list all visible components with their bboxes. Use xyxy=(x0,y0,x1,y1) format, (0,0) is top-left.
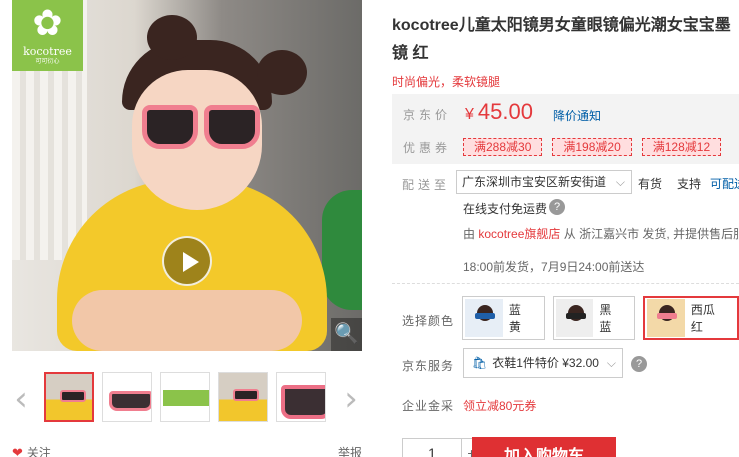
color-thumbnail xyxy=(555,299,594,337)
chevron-down-icon: ⌵ xyxy=(606,356,616,370)
price-amount: 45.00 xyxy=(477,99,533,124)
chevron-down-icon: ⌵ xyxy=(615,175,625,189)
color-thumbnail xyxy=(465,299,503,337)
color-option-label: 蓝黄 xyxy=(508,303,521,334)
seller-suffix: 从 浙江嘉兴市 发货, 并提供售后服务 xyxy=(563,227,739,241)
address-selector[interactable]: 广东深圳市宝安区新安街道 ⌵ xyxy=(456,170,632,194)
color-label: 选择颜色 xyxy=(402,314,455,328)
follow-button[interactable]: ❤ 关注 xyxy=(12,444,51,457)
color-option-black-blue[interactable]: 黑蓝 xyxy=(552,296,636,340)
follow-label: 关注 xyxy=(26,446,51,457)
report-link[interactable]: 举报 xyxy=(338,444,362,457)
finance-label: 企业金采 xyxy=(402,399,455,413)
service-selector[interactable]: 🛍 衣鞋1件特价 ¥32.00 ⌵ xyxy=(463,348,623,378)
brand-logo: ✿ kocotree 可可衍心 xyxy=(12,0,83,71)
brand-logo-name: kocotree xyxy=(23,45,72,58)
thumbnail-2[interactable] xyxy=(102,372,152,422)
color-option-blue-yellow[interactable]: 蓝黄 xyxy=(462,296,545,340)
photo-hair-bun-right xyxy=(257,50,307,95)
thumbnail-strip xyxy=(44,372,326,426)
play-video-button[interactable] xyxy=(162,236,212,286)
support-more-link[interactable]: 可配送 xyxy=(710,175,739,192)
thumbnail-next-button[interactable]: › xyxy=(340,380,362,420)
photo-sunglasses xyxy=(142,105,260,150)
help-icon[interactable]: ? xyxy=(631,356,647,372)
thumbnail-1[interactable] xyxy=(44,372,94,422)
service-label: 京东服务 xyxy=(402,359,455,373)
coupon-tag[interactable]: 满128减12 xyxy=(641,138,722,156)
price-drop-notify-link[interactable]: 降价通知 xyxy=(553,107,601,124)
support-text: 支持 xyxy=(677,177,702,191)
product-subtitle: 时尚偏光，柔软镜腿 xyxy=(392,75,501,89)
coupon-tag[interactable]: 满288减30 xyxy=(463,138,543,156)
ship-time-text: 18:00前发货，7月9日24:00前送达 xyxy=(463,260,645,274)
add-to-cart-button[interactable]: 加入购物车 xyxy=(472,437,616,457)
heart-icon: ❤ xyxy=(12,444,23,457)
product-main-image[interactable]: ✿ kocotree 可可衍心 🔍 xyxy=(12,0,362,351)
quantity-input[interactable]: 1 xyxy=(402,438,462,457)
coupon-tag[interactable]: 满198减20 xyxy=(552,138,632,156)
section-divider xyxy=(392,283,739,284)
photo-arms xyxy=(72,290,302,351)
seller-shop-link[interactable]: kocotree旗舰店 xyxy=(478,227,560,241)
color-option-label: 黑蓝 xyxy=(599,303,612,334)
seller-prefix: 由 xyxy=(463,227,476,241)
brand-logo-sub: 可可衍心 xyxy=(35,59,60,65)
service-value: 衣鞋1件特价 ¥32.00 xyxy=(492,356,599,370)
photo-plant xyxy=(322,190,362,310)
free-shipping-text: 在线支付免运费 xyxy=(463,202,548,216)
price-value: ¥45.00 xyxy=(465,99,533,125)
zoom-icon[interactable]: 🔍 xyxy=(331,318,362,351)
price-panel: 京东价 ¥45.00 降价通知 优惠券 满288减30 满198减20 满128… xyxy=(392,94,739,164)
product-title: kocotree儿童太阳镜男女童眼镜偏光潮女宝宝墨镜 红 xyxy=(392,17,731,62)
thumbnail-prev-button[interactable]: ‹ xyxy=(10,380,32,420)
thumbnail-3[interactable] xyxy=(160,372,210,422)
seller-info: 由 kocotree旗舰店 从 浙江嘉兴市 发货, 并提供售后服务 xyxy=(463,225,739,242)
color-option-watermelon-red[interactable]: 西瓜红 xyxy=(643,296,739,340)
shopping-bag-icon: 🛍 xyxy=(472,356,488,370)
stock-status: 有货 xyxy=(638,177,663,191)
color-option-label: 西瓜红 xyxy=(690,303,715,334)
coupon-label: 优惠券 xyxy=(403,141,452,155)
address-value: 广东深圳市宝安区新安街道 xyxy=(462,175,607,189)
currency-symbol: ¥ xyxy=(465,106,474,123)
photo-hair-bun-left xyxy=(147,15,197,60)
color-thumbnail xyxy=(647,299,685,337)
delivery-label: 配送至 xyxy=(402,178,451,192)
coupon-list: 满288减30 满198减20 满128减12 xyxy=(463,138,722,156)
price-label: 京东价 xyxy=(403,108,452,122)
color-options: 蓝黄 黑蓝 西瓜红 xyxy=(462,296,739,340)
finance-coupon-link[interactable]: 领立减80元券 xyxy=(463,397,536,414)
thumbnail-5[interactable] xyxy=(276,372,326,422)
tree-icon: ✿ xyxy=(32,2,63,43)
thumbnail-4[interactable] xyxy=(218,372,268,422)
help-icon[interactable]: ? xyxy=(549,199,565,215)
